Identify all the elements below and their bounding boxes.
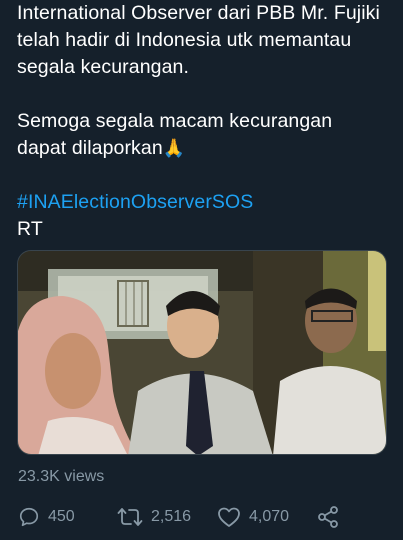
tweet-line: segala kecurangan. [17,56,190,78]
view-count: 23.3K views [18,468,105,485]
share-icon [318,506,338,528]
tweet-actions-bar: 450 2,516 4,070 [18,503,398,531]
tweet-line: telah hadir di Indonesia utk memantau [17,29,352,51]
retweet-count: 2,516 [151,508,192,525]
rt-text: RT [17,218,43,240]
retweet-button[interactable]: 2,516 [117,503,191,531]
tweet-line-text: dapat dilaporkan [17,137,163,159]
hashtag-link[interactable]: #INAElectionObserverSOS [17,189,397,216]
heart-icon [218,507,240,527]
folded-hands-emoji: 🙏 [162,138,186,158]
tweet-line: Semoga segala macam kecurangan [17,110,333,132]
reply-icon [19,507,39,527]
video-frame-illustration [18,251,386,454]
like-count: 4,070 [249,508,290,525]
reply-count: 450 [48,508,75,525]
tweet-text: International Observer dari PBB Mr. Fuji… [17,0,397,243]
retweet-icon [117,508,143,526]
reply-button[interactable]: 450 [18,503,75,531]
like-button[interactable]: 4,070 [217,503,289,531]
video-thumbnail[interactable] [17,250,387,455]
tweet-line: International Observer dari PBB Mr. Fuji… [17,2,380,24]
tweet-line: dapat dilaporkan🙏 [17,135,397,162]
share-button[interactable] [316,503,340,531]
